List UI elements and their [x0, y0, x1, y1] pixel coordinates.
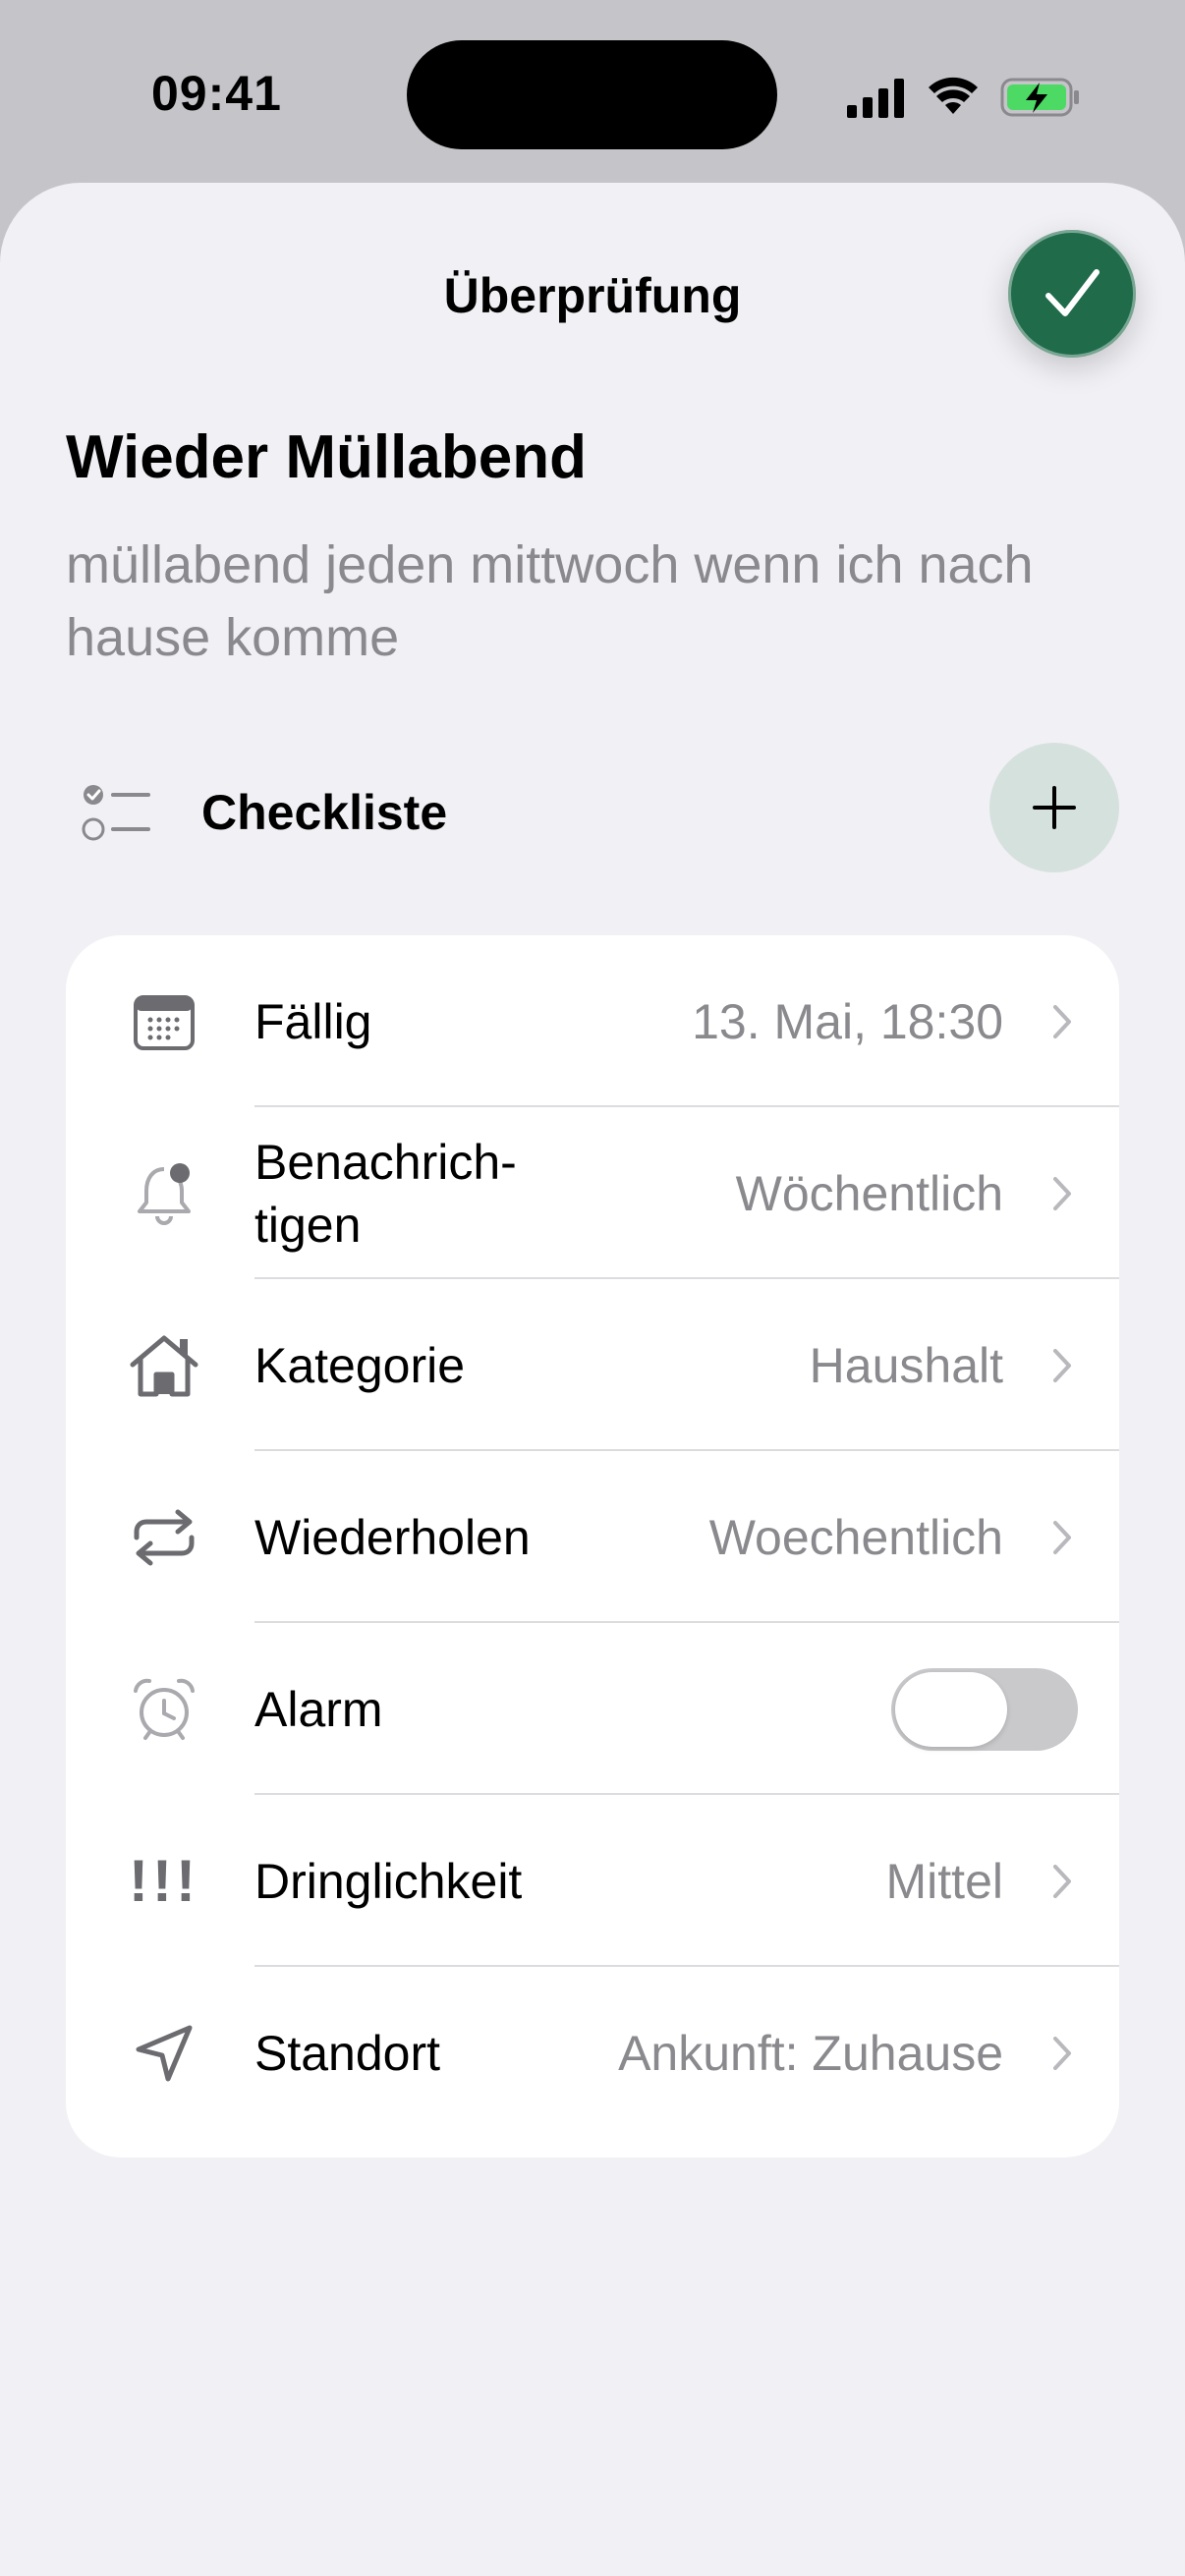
review-sheet: Überprüfung Wieder Müllabend müllabend j…	[0, 183, 1185, 2576]
row-label: Standort	[254, 2025, 441, 2081]
add-checklist-item-button[interactable]	[989, 743, 1119, 872]
bell-badge-icon	[127, 1156, 201, 1231]
row-value: Haushalt	[809, 1337, 1003, 1393]
row-label: Dringlichkeit	[254, 1853, 523, 1909]
location-arrow-icon	[127, 2016, 201, 2091]
chevron-right-icon	[1053, 1176, 1071, 1210]
row-value: 13. Mai, 18:30	[692, 993, 1003, 1049]
row-location[interactable]: Standort Ankunft: Zuhause	[66, 1967, 1119, 2139]
alarm-toggle[interactable]	[891, 1667, 1078, 1751]
row-value: Ankunft: Zuhause	[618, 2025, 1003, 2081]
checkmark-icon	[1045, 269, 1100, 316]
chevron-right-icon	[1053, 1864, 1071, 1898]
exclamation-icon: !!!	[129, 1848, 199, 1914]
task-notes[interactable]: müllabend jeden mittwoch wenn ich nach h…	[66, 529, 1048, 674]
row-value: Mittel	[885, 1853, 1003, 1909]
chevron-right-icon	[1053, 2036, 1071, 2070]
chevron-right-icon	[1053, 1348, 1071, 1382]
status-bar: 09:41	[0, 0, 1185, 183]
toggle-knob	[895, 1671, 1007, 1747]
chevron-right-icon	[1053, 1004, 1071, 1038]
row-label: Wiederholen	[254, 1509, 531, 1565]
row-notify[interactable]: Benachrich- tigen Wöchentlich	[66, 1107, 1119, 1279]
wifi-icon	[929, 77, 978, 114]
battery-charging-icon	[1000, 78, 1079, 117]
row-value: Wöchentlich	[735, 1165, 1003, 1221]
plus-icon	[1033, 786, 1076, 829]
row-repeat[interactable]: Wiederholen Woechentlich	[66, 1451, 1119, 1623]
signal-icon	[847, 79, 904, 118]
calendar-icon	[127, 984, 201, 1059]
row-label: Fällig	[254, 993, 372, 1049]
row-value: Woechentlich	[708, 1509, 1003, 1565]
alarm-icon	[127, 1672, 201, 1747]
row-category[interactable]: Kategorie Haushalt	[66, 1279, 1119, 1451]
done-button[interactable]	[1008, 230, 1136, 358]
row-alarm: Alarm	[66, 1623, 1119, 1795]
chevron-right-icon	[1053, 1520, 1071, 1554]
checklist-label: Checkliste	[201, 785, 448, 840]
dynamic-island	[407, 40, 777, 149]
task-title[interactable]: Wieder Müllabend	[66, 422, 587, 492]
checklist-icon	[82, 785, 150, 841]
row-due-date[interactable]: Fällig 13. Mai, 18:30	[66, 935, 1119, 1107]
row-urgency[interactable]: !!! Dringlichkeit Mittel	[66, 1795, 1119, 1967]
row-label: Alarm	[254, 1681, 383, 1737]
status-time: 09:41	[151, 66, 282, 121]
house-icon	[127, 1328, 201, 1403]
settings-card: Fällig 13. Mai, 18:30 Benachrich- tigen …	[66, 935, 1119, 2157]
row-label: Kategorie	[254, 1337, 466, 1393]
repeat-icon	[127, 1500, 201, 1575]
checklist-row[interactable]: Checkliste	[66, 743, 1119, 872]
row-label: Benachrich- tigen	[254, 1134, 517, 1253]
